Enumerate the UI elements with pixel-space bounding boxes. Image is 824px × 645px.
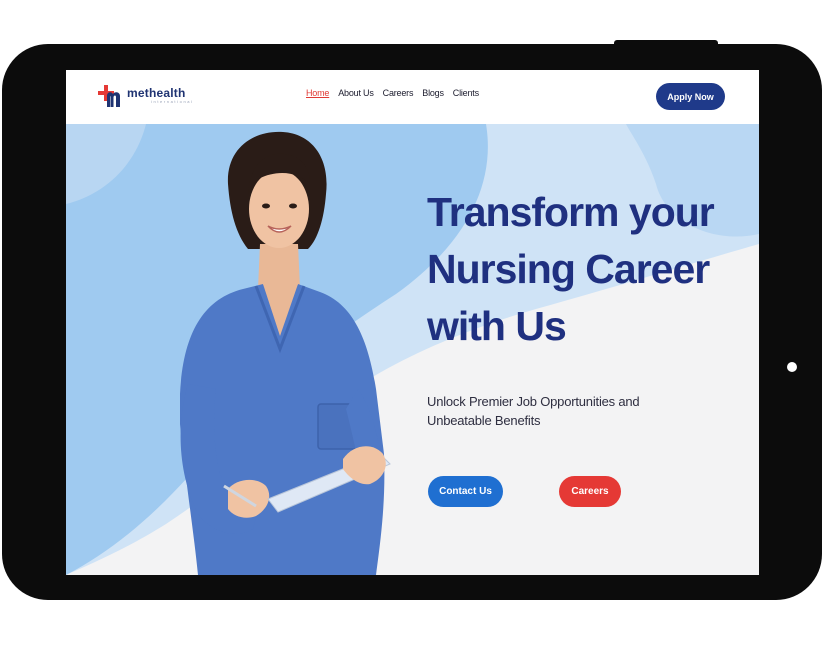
brand-name: methealth	[127, 86, 186, 100]
nav-careers[interactable]: Careers	[383, 88, 414, 98]
hero-subtitle: Unlock Premier Job Opportunities and Unb…	[427, 392, 657, 430]
brand-subtitle: international	[151, 99, 194, 104]
hero-nurse-image	[180, 131, 391, 575]
hero-subtitle-line: Unbeatable Benefits	[427, 413, 541, 428]
main-nav: Home About Us Careers Blogs Clients	[306, 88, 479, 98]
website-screen: methealth international Home About Us Ca…	[66, 70, 759, 575]
hero-subtitle-line: Unlock Premier Job Opportunities and	[427, 394, 640, 409]
hero-title-line: Transform your	[427, 189, 715, 235]
nav-about-us[interactable]: About Us	[338, 88, 374, 98]
methealth-logo-icon	[98, 85, 120, 107]
site-header: methealth international Home About Us Ca…	[66, 70, 759, 124]
nav-home[interactable]: Home	[306, 88, 329, 98]
hero-title: Transform your Nursing Career with Us	[427, 184, 727, 355]
hero-title-line: with Us	[427, 303, 567, 349]
contact-us-button[interactable]: Contact Us	[428, 476, 503, 507]
tablet-home-button	[787, 362, 797, 372]
nav-clients[interactable]: Clients	[453, 88, 479, 98]
apply-now-button[interactable]: Apply Now	[656, 83, 725, 110]
nav-blogs[interactable]: Blogs	[422, 88, 444, 98]
hero-title-line: Nursing Career	[427, 246, 710, 292]
careers-button[interactable]: Careers	[559, 476, 621, 507]
brand-logo[interactable]: methealth international	[98, 81, 194, 111]
tablet-side-button	[2, 116, 6, 160]
